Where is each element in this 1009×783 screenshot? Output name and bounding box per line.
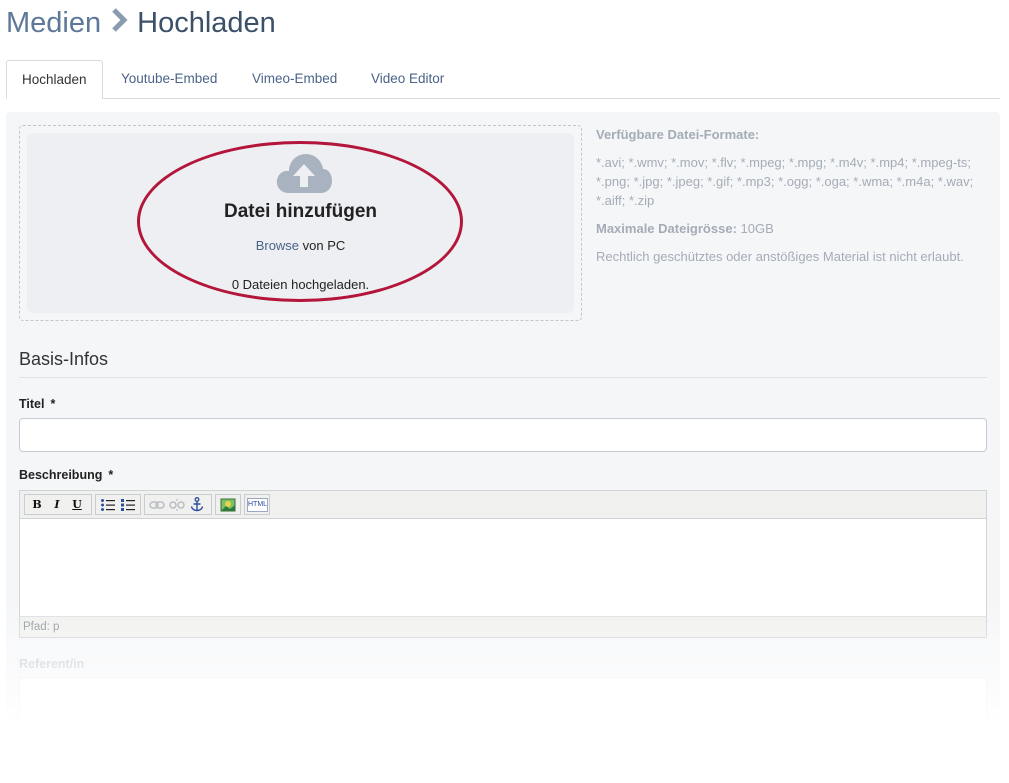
image-icon [220, 498, 236, 511]
list-group [95, 494, 141, 515]
divider [19, 377, 987, 378]
anchor-button[interactable] [187, 496, 207, 513]
tab-vimeo-embed[interactable]: Vimeo-Embed [237, 60, 352, 98]
title-label: Titel * [19, 397, 55, 411]
insert-image-button[interactable] [218, 496, 238, 513]
rich-text-editor: B I U HTML Pfad: p [19, 490, 987, 638]
bullet-list-icon [101, 498, 115, 511]
description-label-text: Beschreibung [19, 468, 103, 482]
dropzone-title: Datei hinzufügen [223, 201, 378, 222]
editor-toolbar: B I U HTML [20, 491, 986, 519]
page-title: Hochladen [137, 6, 276, 39]
tab-hochladen[interactable]: Hochladen [6, 60, 103, 99]
numbered-list-button[interactable] [118, 496, 138, 513]
image-group [215, 494, 241, 515]
title-label-text: Titel [19, 397, 45, 411]
description-label: Beschreibung * [19, 468, 113, 482]
section-title: Basis-Infos [19, 349, 109, 369]
link-group [144, 494, 212, 515]
italic-button[interactable]: I [47, 496, 67, 513]
anchor-icon [190, 497, 204, 512]
maxsize-line: Maximale Dateigrösse: 10GB [596, 219, 994, 238]
file-dropzone[interactable]: Datei hinzufügen Browse von PC 0 Dateien… [19, 125, 582, 321]
dropzone-inner: Datei hinzufügen Browse von PC 0 Dateien… [27, 133, 574, 313]
maxsize-value: 10GB [736, 221, 774, 236]
bold-button[interactable]: B [27, 496, 47, 513]
format-group: B I U [24, 494, 92, 515]
numbered-list-icon [121, 498, 135, 511]
underline-button[interactable]: U [67, 496, 87, 513]
breadcrumb-root[interactable]: Medien [6, 7, 101, 40]
required-marker: * [108, 468, 114, 482]
browse-link[interactable]: Browse [256, 238, 299, 253]
bullet-list-button[interactable] [98, 496, 118, 513]
html-group: HTML [244, 494, 270, 515]
editor-content-area[interactable] [20, 519, 986, 619]
link-button[interactable] [147, 496, 167, 513]
link-icon [149, 500, 165, 509]
chevron-right-icon [110, 7, 128, 40]
title-input[interactable] [19, 418, 987, 452]
unlink-button[interactable] [167, 496, 187, 513]
tab-bar: Hochladen Youtube-Embed Vimeo-Embed Vide… [6, 60, 1000, 99]
editor-path: Pfad: p [20, 616, 986, 637]
tab-video-editor[interactable]: Video Editor [356, 60, 459, 98]
required-marker: * [50, 397, 56, 411]
formats-heading: Verfügbare Datei-Formate: [596, 127, 760, 142]
upload-count: 0 Dateien hochgeladen. [231, 277, 370, 292]
unlink-icon [169, 498, 185, 511]
upload-info: Verfügbare Datei-Formate: *.avi; *.wmv; … [596, 125, 994, 275]
html-source-button[interactable]: HTML [247, 497, 269, 512]
upload-panel: Datei hinzufügen Browse von PC 0 Dateien… [6, 112, 1000, 737]
dropzone-browse-line: Browse von PC [27, 238, 574, 253]
referent-input[interactable] [19, 677, 987, 737]
referent-label: Referent/in [19, 657, 85, 671]
tab-youtube-embed[interactable]: Youtube-Embed [106, 60, 232, 98]
browse-suffix: von PC [299, 238, 346, 253]
maxsize-label: Maximale Dateigrösse: [596, 221, 737, 236]
cloud-upload-icon [275, 151, 333, 195]
formats-list: *.avi; *.wmv; *.mov; *.flv; *.mpeg; *.mp… [596, 155, 974, 208]
breadcrumb: Medien Hochladen [6, 4, 276, 42]
legal-note: Rechtlich geschütztes oder anstößiges Ma… [596, 249, 964, 264]
